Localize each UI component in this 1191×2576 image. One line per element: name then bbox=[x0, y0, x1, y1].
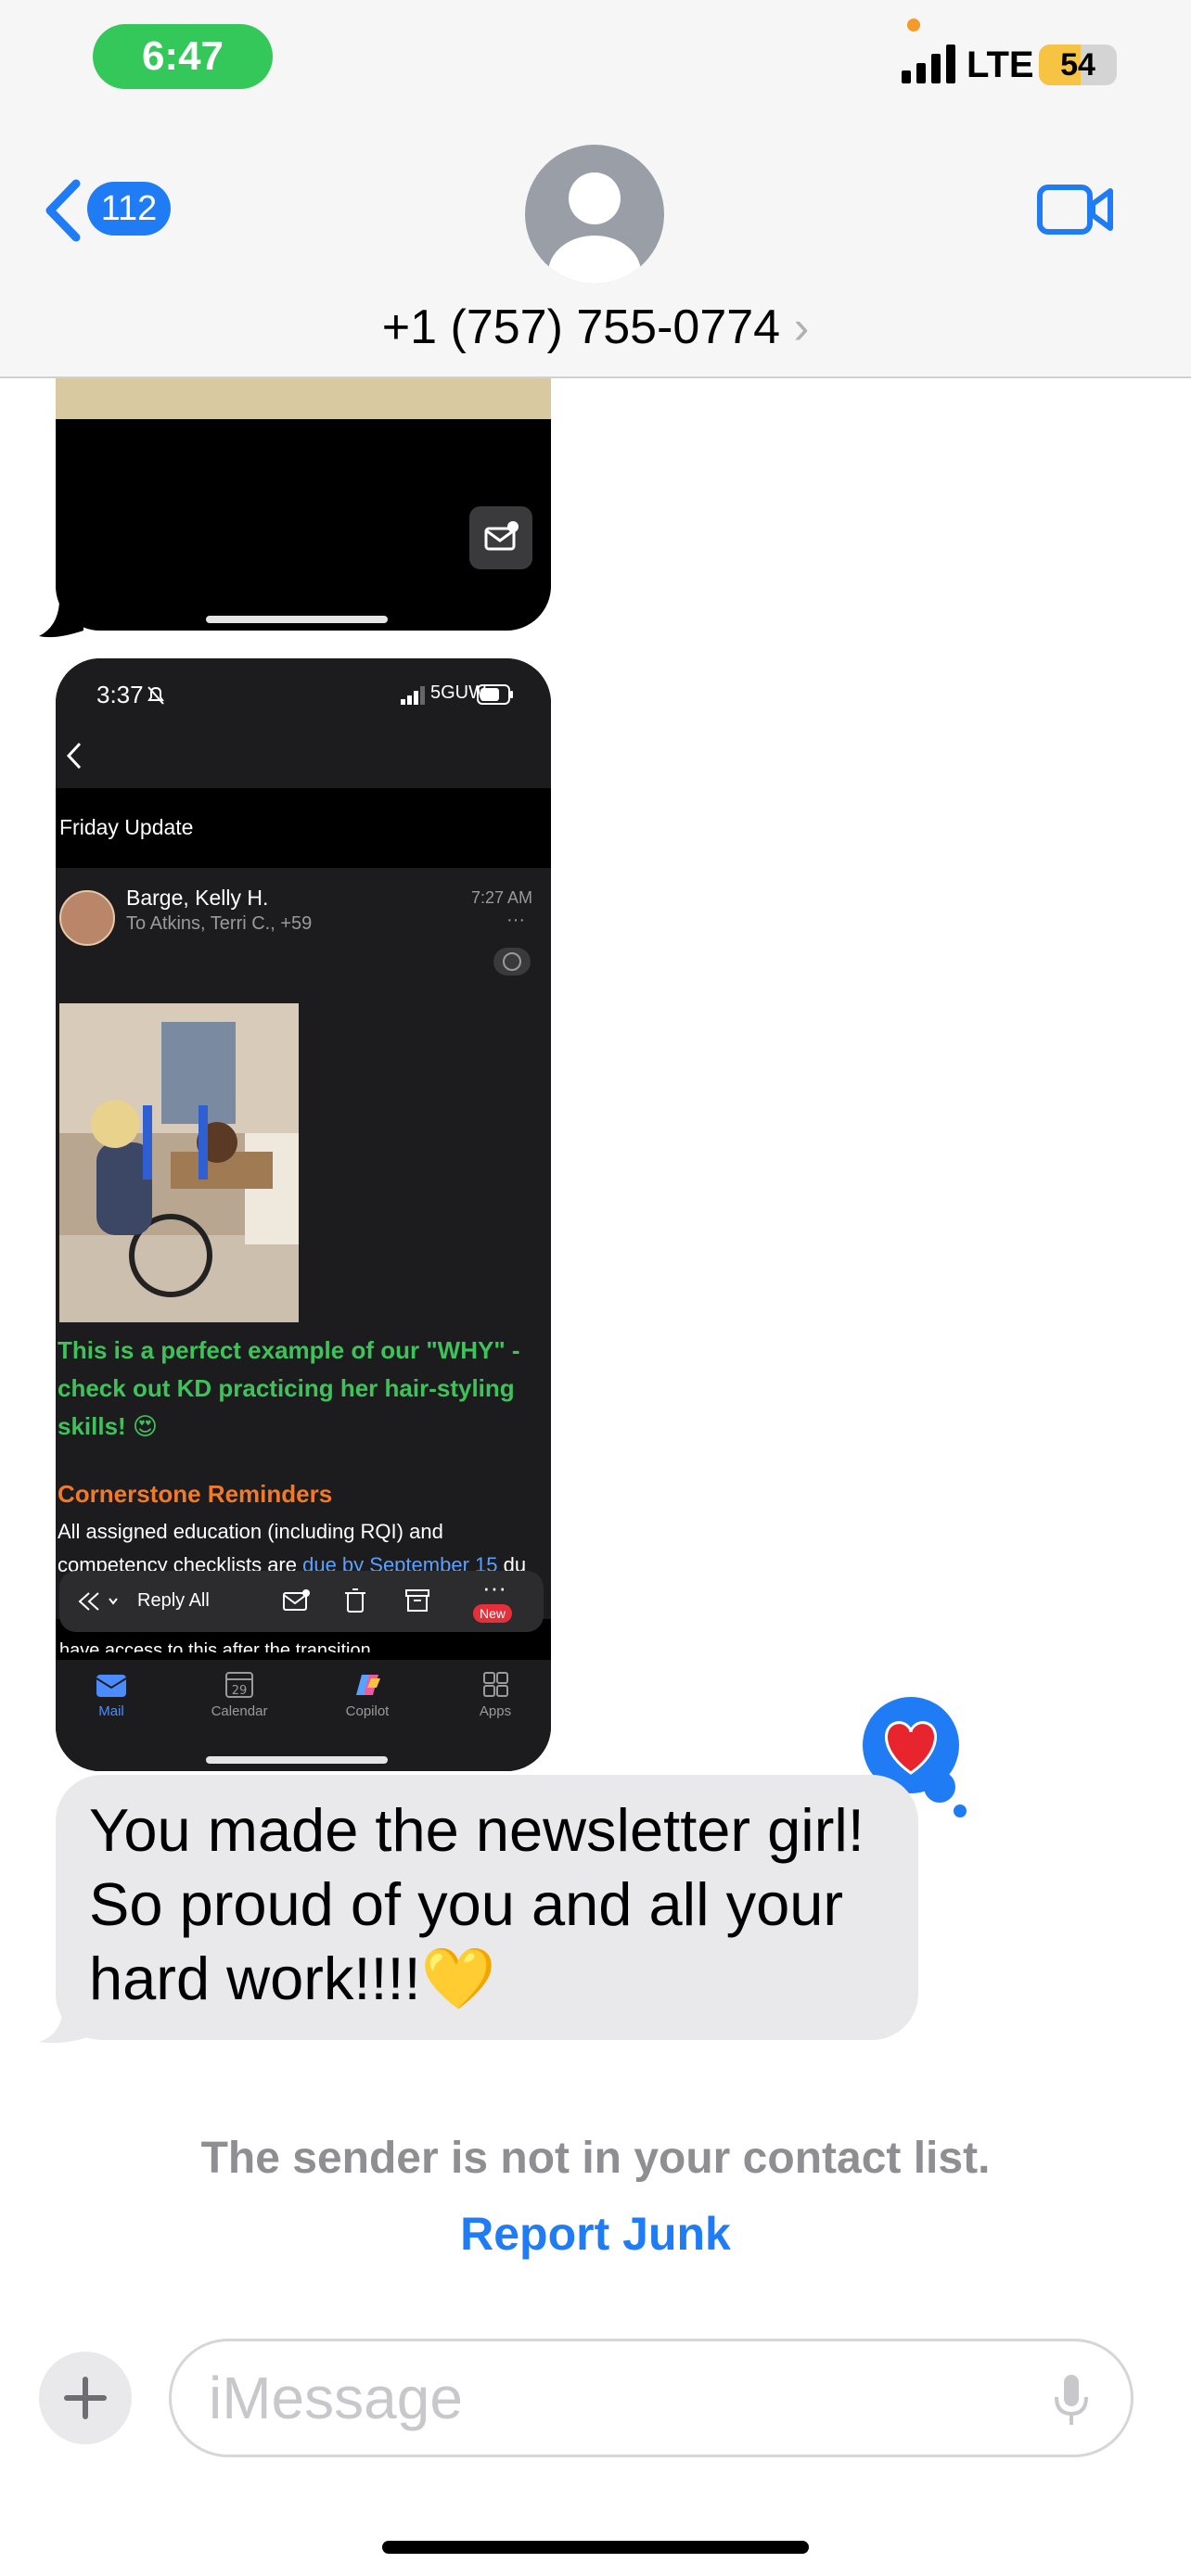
archive-icon[interactable] bbox=[404, 1588, 430, 1613]
trash-icon[interactable] bbox=[343, 1588, 367, 1615]
tab-apps[interactable]: Apps bbox=[456, 1671, 534, 1719]
more-icon[interactable]: ··· bbox=[506, 903, 525, 937]
mail-icon bbox=[96, 1675, 127, 1697]
apps-icon bbox=[483, 1672, 508, 1697]
apps-plus-button[interactable] bbox=[39, 2352, 132, 2444]
email-battery-icon bbox=[477, 684, 513, 705]
battery-icon: 54 bbox=[1039, 45, 1117, 85]
message-text: You made the newsletter girl! So proud o… bbox=[89, 1796, 864, 2012]
back-chevron-icon[interactable] bbox=[41, 178, 87, 243]
reply-all-icon bbox=[78, 1592, 118, 1611]
screenshot-home-bar bbox=[206, 616, 388, 623]
react-button[interactable] bbox=[493, 948, 531, 976]
emoji-react-icon bbox=[503, 952, 521, 971]
tab-label: Copilot bbox=[345, 1703, 390, 1719]
input-placeholder: iMessage bbox=[209, 2365, 463, 2431]
contact-chevron-icon: › bbox=[793, 301, 810, 353]
bell-muted-icon bbox=[147, 686, 164, 705]
section-heading: Cornerstone Reminders bbox=[58, 1480, 333, 1508]
email-back-icon[interactable] bbox=[63, 740, 85, 772]
calendar-icon: 29 bbox=[225, 1672, 253, 1698]
network-type: LTE bbox=[967, 45, 1034, 85]
reaction-tail-dot bbox=[924, 1771, 955, 1803]
tab-calendar[interactable]: 29 Calendar bbox=[200, 1671, 278, 1719]
email-status-time: 3:37 bbox=[96, 681, 144, 708]
plus-icon bbox=[64, 2377, 107, 2419]
contact-title[interactable]: +1 (757) 755-0774 › bbox=[0, 295, 1191, 360]
tab-label: Calendar bbox=[211, 1703, 268, 1719]
home-indicator[interactable] bbox=[382, 2541, 809, 2554]
reply-all-button[interactable]: Reply All bbox=[137, 1586, 210, 1615]
calendar-date: 29 bbox=[232, 1684, 248, 1698]
mail-share-icon bbox=[484, 521, 519, 551]
tab-row: Mail 29 Calendar Copilot Apps bbox=[56, 1671, 551, 1745]
tab-mail[interactable]: Mail bbox=[72, 1671, 150, 1719]
cut-off-text: have access to this after the transition bbox=[59, 1641, 371, 1652]
email-subject-bar: Friday Update bbox=[56, 788, 551, 868]
email-subject: Friday Update bbox=[59, 815, 194, 839]
conversation-header: 6:47 LTE 54 112 +1 (757) 755-0774 › bbox=[0, 0, 1191, 378]
microphone-icon[interactable] bbox=[1053, 2373, 1090, 2429]
image-attachment-2[interactable]: 3:37 5GUW Friday Update Barge, Kelly H. … bbox=[56, 658, 551, 1771]
battery-level-text: 54 bbox=[1060, 47, 1095, 83]
status-time: 6:47 bbox=[93, 24, 273, 89]
email-tab-bar: Mail 29 Calendar Copilot Apps bbox=[56, 1660, 551, 1771]
more-actions-icon[interactable]: ··· bbox=[482, 1571, 506, 1604]
facetime-video-icon[interactable] bbox=[1037, 182, 1113, 237]
imessage-input[interactable]: iMessage bbox=[169, 2339, 1133, 2457]
sender-avatar bbox=[59, 890, 115, 946]
email-action-bar: Reply All ··· New bbox=[59, 1571, 544, 1632]
embedded-photo[interactable] bbox=[59, 1003, 299, 1322]
recipients: To Atkins, Terri C., +59 bbox=[126, 913, 313, 934]
cellular-signal-icon bbox=[902, 45, 955, 83]
email-signal-icon bbox=[401, 686, 425, 705]
share-button[interactable] bbox=[469, 506, 532, 569]
contact-number: +1 (757) 755-0774 bbox=[381, 300, 781, 354]
email-top-bar: 3:37 5GUW bbox=[56, 658, 551, 788]
reaction-tail-dot bbox=[954, 1804, 967, 1817]
tab-label: Apps bbox=[479, 1703, 512, 1719]
screenshot-home-bar bbox=[206, 1756, 388, 1764]
privacy-indicator-dot bbox=[907, 19, 920, 32]
unknown-sender-notice: The sender is not in your contact list. bbox=[200, 2134, 991, 2183]
highlight-paragraph: This is a perfect example of our "WHY" -… bbox=[58, 1336, 520, 1440]
mark-unread-icon[interactable] bbox=[282, 1589, 310, 1613]
copilot-icon bbox=[356, 1675, 380, 1695]
tab-copilot[interactable]: Copilot bbox=[328, 1671, 406, 1719]
tab-label: Mail bbox=[98, 1703, 124, 1719]
report-junk-link[interactable]: Report Junk bbox=[0, 2207, 1191, 2261]
email-body: Barge, Kelly H. To Atkins, Terri C., +59… bbox=[56, 868, 551, 1652]
unread-count-badge[interactable]: 112 bbox=[87, 182, 171, 236]
contact-avatar[interactable] bbox=[525, 145, 664, 284]
new-badge: New bbox=[473, 1604, 512, 1623]
person-silhouette-icon bbox=[548, 172, 641, 284]
